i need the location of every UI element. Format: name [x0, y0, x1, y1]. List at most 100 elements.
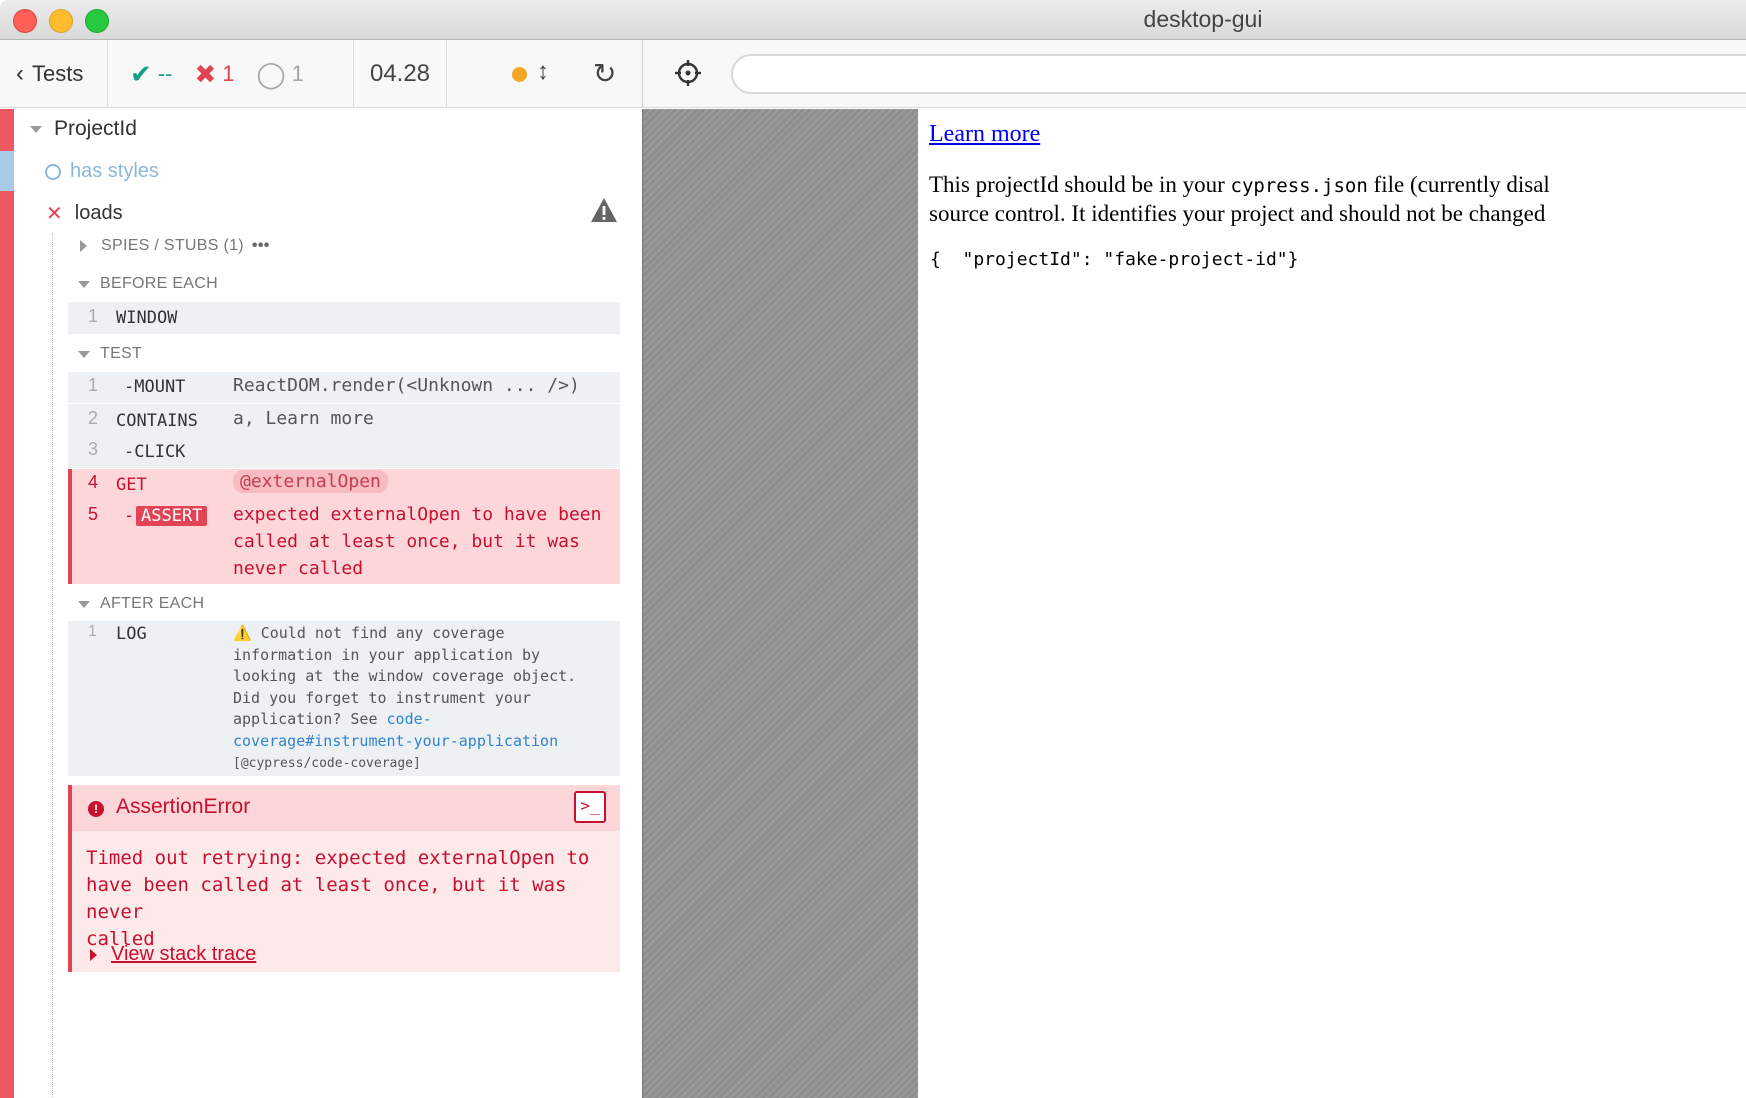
- command-name: LOG: [116, 624, 147, 644]
- command-name: -CLICK: [124, 442, 186, 462]
- test-body-section[interactable]: TEST: [78, 345, 142, 363]
- collapse-triangle-icon: [30, 125, 42, 133]
- selector-playground-icon[interactable]: [673, 58, 703, 88]
- error-message: Timed out retrying: expected externalOpe…: [86, 845, 616, 953]
- failed-count: ✖ 1: [194, 59, 234, 90]
- test-stats: ✔ -- ✖ 1 ◯ 1: [108, 40, 354, 108]
- before-each-section[interactable]: BEFORE EACH: [78, 275, 218, 293]
- command-name: GET: [116, 475, 147, 495]
- command-name: -MOUNT: [124, 377, 186, 397]
- test-guide-line: [52, 233, 53, 1097]
- passed-count: ✔ --: [130, 59, 172, 90]
- suite-projectid[interactable]: ProjectId: [30, 117, 137, 141]
- command-number: 1: [88, 306, 99, 326]
- pending-value: 1: [291, 61, 304, 86]
- print-to-console-icon[interactable]: >_: [574, 791, 606, 823]
- warning-icon: [591, 198, 617, 222]
- command-number: 5: [88, 504, 99, 524]
- project-id-code-block: { "projectId": "fake-project-id"}: [930, 249, 1299, 270]
- learn-more-link[interactable]: Learn more: [929, 121, 1040, 148]
- pending-state-bar: [0, 151, 14, 191]
- view-stack-trace-toggle[interactable]: View stack trace: [90, 943, 256, 966]
- failed-state-bar: [0, 109, 14, 1098]
- para-text: source control. It identifies your proje…: [929, 201, 1546, 226]
- run-controls: ↕ ↻: [447, 40, 643, 108]
- command-name: CONTAINS: [116, 411, 198, 431]
- command-row[interactable]: 1 WINDOW: [68, 302, 620, 334]
- spies-stubs-section[interactable]: SPIES / STUBS (1) •••: [78, 237, 270, 255]
- command-row-log[interactable]: 1 LOG ⚠️ Could not find any coverage inf…: [68, 621, 620, 776]
- command-message: a, Learn more: [233, 408, 374, 429]
- command-number: 2: [88, 408, 99, 428]
- command-message-line: never called: [233, 558, 364, 579]
- log-line: Could not find any coverage: [260, 624, 505, 642]
- config-file-code: cypress.json: [1230, 175, 1368, 197]
- rerun-icon[interactable]: ↻: [593, 57, 616, 90]
- test-title: loads: [74, 202, 123, 224]
- error-header: ! AssertionError >_: [72, 785, 620, 831]
- aut-header: [643, 40, 1746, 108]
- command-name: WINDOW: [116, 308, 178, 328]
- command-message-line: expected externalOpen to have been: [233, 504, 602, 525]
- expand-triangle-icon: [80, 240, 87, 252]
- tests-label: Tests: [32, 61, 84, 86]
- pending-circle-icon: [45, 163, 61, 180]
- x-icon: ✖: [194, 58, 217, 89]
- coverage-link[interactable]: code-: [387, 710, 432, 728]
- reporter-panel: ProjectId has styles ✕ loads SPIES / STU…: [0, 109, 642, 1098]
- chevron-left-icon: ‹: [16, 60, 24, 87]
- collapse-triangle-icon: [78, 350, 90, 358]
- command-number: 4: [88, 472, 99, 492]
- command-number: 3: [88, 439, 99, 459]
- section-title: AFTER EACH: [100, 595, 205, 612]
- command-message: ReactDOM.render(<Unknown ... />): [233, 375, 580, 396]
- suite-title: ProjectId: [54, 117, 137, 140]
- section-title: SPIES / STUBS (1): [101, 237, 244, 254]
- reporter-header: ‹ Tests ✔ -- ✖ 1 ◯ 1 04.28 ↕ ↻: [0, 40, 643, 108]
- command-group: 2 CONTAINS a, Learn more 3 -CLICK: [68, 404, 620, 468]
- passed-value: --: [157, 61, 173, 86]
- command-message-line: called at least once, but it was: [233, 531, 580, 552]
- assert-badge: ASSERT: [136, 506, 208, 526]
- log-line: Did you forget to instrument your: [233, 688, 532, 707]
- section-title: BEFORE EACH: [100, 275, 218, 292]
- window-title: desktop-gui: [1143, 6, 1263, 32]
- collapse-triangle-icon: [78, 600, 90, 608]
- alias-badge: @externalOpen: [233, 470, 388, 493]
- status-dot-icon: [512, 67, 527, 82]
- command-number: 1: [88, 623, 97, 640]
- test-has-styles[interactable]: has styles: [45, 160, 159, 183]
- auto-scroll-icon[interactable]: ↕: [537, 58, 549, 86]
- log-line: information in your application by: [233, 645, 541, 664]
- section-title: TEST: [100, 345, 143, 362]
- test-loads[interactable]: ✕ loads: [46, 201, 123, 226]
- error-title: AssertionError: [116, 795, 251, 818]
- url-bar[interactable]: [731, 54, 1746, 94]
- window-titlebar: desktop-gui: [0, 0, 1746, 40]
- test-title: has styles: [70, 160, 159, 182]
- more-icon: •••: [251, 237, 270, 254]
- failed-value: 1: [222, 61, 235, 86]
- circle-icon: ◯: [256, 58, 286, 89]
- command-row[interactable]: 1 -MOUNT ReactDOM.render(<Unknown ... />…: [68, 372, 620, 403]
- run-duration: 04.28: [354, 40, 447, 108]
- command-prefix: -: [124, 506, 135, 526]
- log-message: ⚠️ Could not find any coverage informati…: [233, 623, 613, 774]
- error-line: Timed out retrying: expected externalOpe…: [86, 847, 590, 869]
- error-icon: !: [88, 801, 104, 817]
- pending-count: ◯ 1: [257, 59, 304, 90]
- after-each-section[interactable]: AFTER EACH: [78, 595, 204, 613]
- project-id-paragraph: This projectId should be in your cypress…: [929, 171, 1746, 227]
- expand-triangle-icon: [90, 948, 97, 961]
- collapse-triangle-icon: [78, 280, 90, 288]
- para-text: file (currently disal: [1367, 172, 1550, 197]
- coverage-link[interactable]: coverage#instrument-your-application: [233, 731, 613, 753]
- log-line: looking at the window coverage object.: [233, 667, 577, 686]
- aut-background: [642, 109, 918, 1098]
- stack-trace-link[interactable]: View stack trace: [111, 943, 256, 966]
- tests-back-button[interactable]: ‹ Tests: [0, 40, 108, 108]
- error-line: have been called at least once, but it w…: [86, 874, 567, 923]
- error-panel: ! AssertionError >_ Timed out retrying: …: [68, 785, 620, 972]
- check-icon: ✔: [130, 58, 152, 89]
- warning-icon: ⚠️: [233, 624, 252, 642]
